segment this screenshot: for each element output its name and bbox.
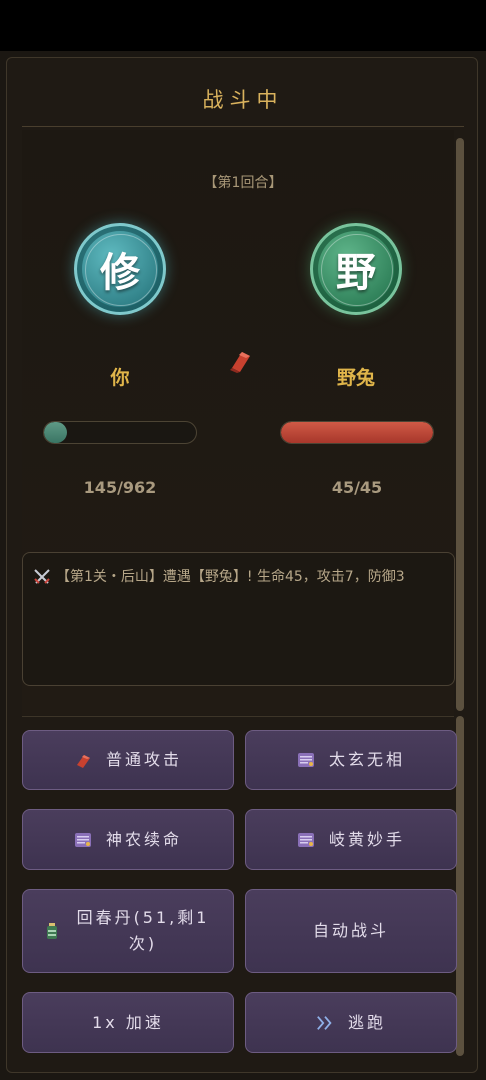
player-hp-fill: [44, 422, 67, 443]
skill-scroll-icon: [297, 832, 314, 847]
top-status-bar: [0, 0, 486, 51]
red-crystal-icon: [230, 352, 250, 373]
skill-scroll-icon: [297, 753, 314, 767]
round-label: 【第1回合】: [203, 175, 283, 191]
enemy-hp-bar: [280, 421, 434, 444]
enemy-name: 野兔: [336, 367, 375, 389]
player-hp-bar: [43, 421, 197, 444]
player-name: 你: [110, 367, 130, 389]
speed-button[interactable]: 1x 加速: [22, 992, 234, 1053]
log-entry-text: 【第1关・后山】遭遇【野兔】! 生命45，攻击7，防御3: [56, 569, 405, 585]
speed-label: 1x 加速: [92, 1012, 164, 1032]
enemy-avatar: 野: [310, 223, 402, 315]
actions-scrollbar[interactable]: [456, 716, 464, 1056]
shennong-skill-button[interactable]: 神农续命: [22, 809, 234, 870]
huichun-pill-label: 回春丹(51,剩1次): [76, 908, 210, 953]
taixuan-skill-label: 太玄无相: [328, 750, 405, 769]
enemy-hp-text: 45/45: [331, 478, 383, 497]
player-avatar-char: 修: [100, 250, 140, 296]
flee-button[interactable]: 逃跑: [245, 992, 457, 1053]
enemy-hp-fill: [281, 422, 433, 443]
normal-attack-button[interactable]: 普通攻击: [22, 730, 234, 790]
player-hp-text: 145/962: [83, 478, 157, 497]
player-avatar: 修: [74, 223, 166, 315]
red-crystal-icon: [76, 755, 90, 768]
skill-scroll-icon: [74, 832, 91, 847]
shennong-skill-label: 神农续命: [105, 829, 182, 849]
potion-bottle-icon: [47, 923, 57, 939]
flee-label: 逃跑: [347, 1012, 386, 1032]
crossed-swords-icon: [34, 569, 50, 584]
auto-battle-label: 自动战斗: [312, 921, 389, 940]
qihuang-skill-label: 岐黄妙手: [328, 829, 405, 849]
section-divider: [22, 716, 454, 717]
battle-scrollbar[interactable]: [456, 138, 464, 711]
page-title: 战斗中: [202, 88, 284, 112]
qihuang-skill-button[interactable]: 岐黄妙手: [245, 809, 457, 870]
double-chevron-icon: [317, 1015, 332, 1030]
huichun-pill-button[interactable]: 回春丹(51,剩1次): [22, 889, 234, 973]
normal-attack-label: 普通攻击: [105, 750, 182, 769]
log-entry: 【第1关・后山】遭遇【野兔】! 生命45，攻击7，防御3: [33, 567, 444, 587]
battle-log[interactable]: 【第1关・后山】遭遇【野兔】! 生命45，攻击7，防御3: [22, 552, 455, 686]
auto-battle-button[interactable]: 自动战斗: [245, 889, 457, 973]
taixuan-skill-button[interactable]: 太玄无相: [245, 730, 457, 790]
title-divider: [22, 126, 464, 127]
enemy-avatar-char: 野: [336, 250, 376, 296]
